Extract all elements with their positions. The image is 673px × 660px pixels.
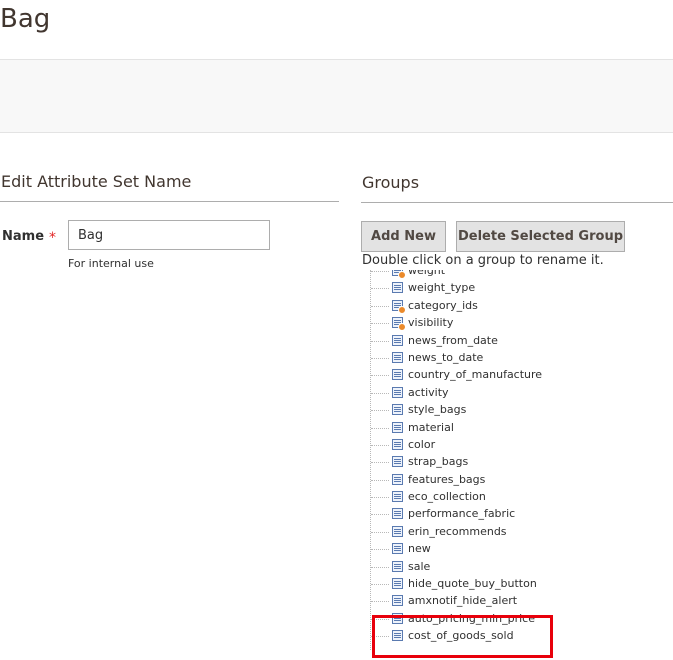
attribute-icon bbox=[392, 404, 403, 416]
tree-branch-line bbox=[371, 392, 389, 394]
tree-branch-line bbox=[371, 340, 389, 342]
tree-branch-line bbox=[371, 288, 389, 290]
groups-title: Groups bbox=[362, 173, 420, 192]
tree-node-label: category_ids bbox=[408, 298, 478, 312]
tree-node-label: activity bbox=[408, 385, 449, 399]
attribute-icon bbox=[392, 560, 403, 572]
page-actions-bar bbox=[0, 59, 673, 133]
attribute-icon bbox=[392, 491, 403, 503]
tree-node-label: style_bags bbox=[408, 403, 467, 417]
attribute-icon bbox=[392, 421, 403, 433]
attribute-icon bbox=[392, 543, 403, 555]
attribute-icon bbox=[392, 456, 403, 468]
tree-node-label: news_from_date bbox=[408, 333, 498, 347]
tree-branch-line bbox=[371, 323, 389, 325]
tree-branch-line bbox=[371, 410, 389, 412]
tree-node-label: features_bags bbox=[408, 472, 486, 486]
rename-group-hint: Double click on a group to rename it. bbox=[362, 253, 604, 268]
attribute-icon bbox=[392, 282, 403, 294]
tree-branch-line bbox=[371, 514, 389, 516]
tree-node-label: new bbox=[408, 542, 431, 556]
tree-branch-line bbox=[371, 479, 389, 481]
add-new-group-button[interactable]: Add New bbox=[361, 221, 446, 252]
tree-node-label: material bbox=[408, 420, 454, 434]
tree-branch-line bbox=[371, 271, 389, 272]
tree-branch-line bbox=[371, 444, 389, 446]
delete-selected-group-button[interactable]: Delete Selected Group bbox=[456, 221, 625, 252]
tree-branch-line bbox=[371, 305, 389, 307]
attribute-icon bbox=[392, 578, 403, 590]
tree-branch-line bbox=[371, 601, 389, 603]
name-field-label: Name bbox=[2, 229, 45, 244]
tree-branch-line bbox=[371, 566, 389, 568]
highlight-annotation-box bbox=[372, 615, 553, 658]
page-title: Bag bbox=[0, 4, 51, 34]
edit-attribute-set-title: Edit Attribute Set Name bbox=[1, 172, 192, 191]
tree-node-label: amxnotif_hide_alert bbox=[408, 594, 518, 608]
attribute-icon bbox=[392, 525, 403, 537]
tree-branch-line bbox=[371, 427, 389, 429]
tree-node-label: sale bbox=[408, 559, 431, 573]
tree-node-label: performance_fabric bbox=[408, 507, 516, 521]
attribute-icon bbox=[392, 438, 403, 450]
system-attribute-icon bbox=[392, 270, 406, 279]
system-attribute-icon bbox=[392, 299, 406, 314]
tree-branch-line bbox=[371, 357, 389, 359]
tree-node-label: strap_bags bbox=[408, 455, 469, 469]
tree-node-label: hide_quote_buy_button bbox=[408, 577, 537, 591]
tree-branch-line bbox=[371, 584, 389, 586]
edit-section-divider bbox=[0, 201, 339, 202]
tree-branch-line bbox=[371, 531, 389, 533]
tree-branch-line bbox=[371, 497, 389, 499]
tree-node-label: visibility bbox=[408, 316, 454, 330]
system-attribute-icon bbox=[392, 317, 406, 332]
attribute-icon bbox=[392, 369, 403, 381]
name-field-note: For internal use bbox=[68, 257, 154, 270]
required-indicator: * bbox=[49, 230, 56, 246]
attribute-groups-tree: weight weight_type category_ids visibility n… bbox=[361, 270, 673, 660]
attribute-icon bbox=[392, 334, 403, 346]
attribute-icon bbox=[392, 508, 403, 520]
attribute-set-name-input[interactable] bbox=[68, 220, 270, 250]
attribute-icon bbox=[392, 595, 403, 607]
tree-node-label: erin_recommends bbox=[408, 524, 507, 538]
tree-node-label: weight bbox=[408, 270, 446, 277]
tree-connector-line bbox=[370, 270, 371, 650]
tree-node-label: weight_type bbox=[408, 281, 476, 295]
tree-node-label: eco_collection bbox=[408, 490, 486, 504]
tree-node-label: country_of_manufacture bbox=[408, 368, 543, 382]
tree-branch-line bbox=[371, 375, 389, 377]
attribute-icon bbox=[392, 351, 403, 363]
tree-branch-line bbox=[371, 462, 389, 464]
attribute-icon bbox=[392, 473, 403, 485]
attribute-icon bbox=[392, 386, 403, 398]
tree-node-label: news_to_date bbox=[408, 350, 484, 364]
tree-node-label: color bbox=[408, 437, 436, 451]
tree-branch-line bbox=[371, 549, 389, 551]
groups-section-divider bbox=[361, 202, 673, 203]
